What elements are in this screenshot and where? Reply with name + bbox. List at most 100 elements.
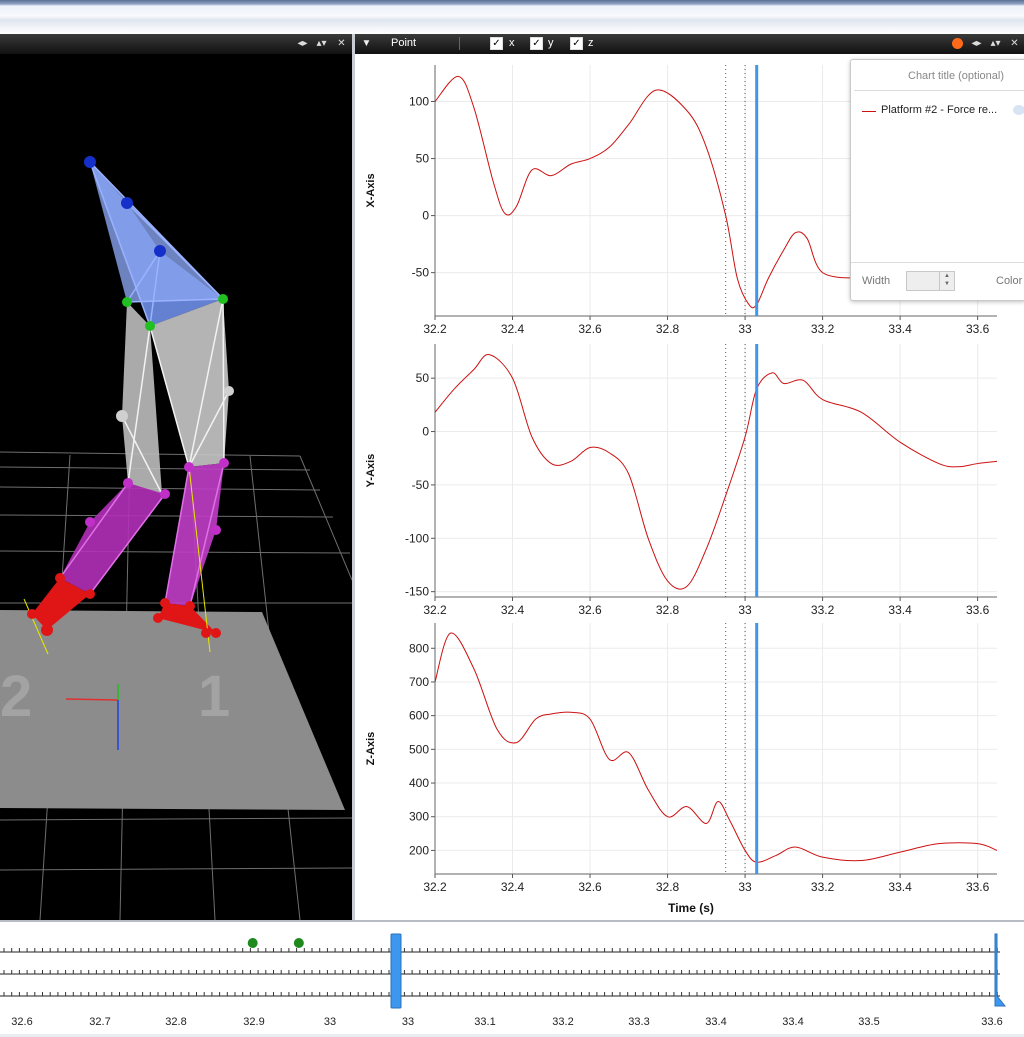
timeline-label: 32.6 xyxy=(11,1016,32,1028)
chart-settings-icon[interactable] xyxy=(952,38,963,49)
x-tick-label: 33.6 xyxy=(966,880,990,894)
x-tick-label: 32.4 xyxy=(501,603,525,617)
close-panel-icon[interactable]: ✕ xyxy=(335,38,348,50)
close-chart-icon[interactable]: ✕ xyxy=(1008,38,1021,50)
3d-view-header: ◂▸ ▴▾ ✕ xyxy=(0,34,352,54)
visibility-eye-icon[interactable] xyxy=(1013,105,1024,115)
checkbox-z[interactable]: ✓ xyxy=(570,37,583,50)
popover-divider-bottom xyxy=(851,262,1024,263)
timeline-label: 33.4 xyxy=(705,1016,726,1028)
y-tick-label: 0 xyxy=(422,209,429,223)
x-tick-label: 33.2 xyxy=(811,322,835,336)
x-tick-label: 33.6 xyxy=(966,603,990,617)
timeline-panel[interactable]: 32.6 32.7 32.8 32.9 33 33 33.1 33.2 33.3 33.4 33.4… xyxy=(0,920,1024,1034)
spinbox-arrows-icon[interactable]: ▲ ▼ xyxy=(939,272,954,290)
timeline-event-marker xyxy=(293,938,304,948)
plate-label-1: 1 xyxy=(198,664,230,729)
x-tick-label: 33.2 xyxy=(811,880,835,894)
chart-menu-dropdown-icon[interactable]: ▼ xyxy=(360,38,373,50)
maximize-panel-icon[interactable]: ▴▾ xyxy=(315,38,328,50)
x-tick-label: 32.6 xyxy=(578,603,602,617)
timeline-event-marker xyxy=(247,938,258,948)
x-tick-label: 33.4 xyxy=(888,322,912,336)
y-tick-label: -100 xyxy=(405,531,429,545)
y-tick-label: 50 xyxy=(416,371,430,385)
y-tick-label: 700 xyxy=(409,675,429,689)
x-tick-label: 32.4 xyxy=(501,322,525,336)
pelvis-segment xyxy=(89,161,224,327)
x-tick-label: 32.2 xyxy=(423,880,447,894)
y-tick-label: 600 xyxy=(409,709,429,723)
x-tick-label: 33 xyxy=(738,603,752,617)
timeline-label: 33.5 xyxy=(858,1016,879,1028)
force-plate xyxy=(0,610,345,810)
timeline-label: 32.9 xyxy=(243,1016,264,1028)
checkbox-y-label: y xyxy=(548,37,554,49)
3d-scene[interactable]: 2 1 xyxy=(0,54,352,920)
y-tick-label: 200 xyxy=(409,843,429,857)
timeline-playhead xyxy=(390,933,402,1009)
x-tick-label: 33 xyxy=(738,880,752,894)
timeline-label: 32.8 xyxy=(165,1016,186,1028)
x-tick-label: 32.6 xyxy=(578,880,602,894)
x-tick-label: 32.2 xyxy=(423,322,447,336)
force-series-line xyxy=(435,632,997,863)
x-tick-label: 33.6 xyxy=(966,322,990,336)
y-axis-title: Z-Axis xyxy=(365,732,377,766)
plate-label-2: 2 xyxy=(0,664,32,729)
chart-2: 32.2 32.4 32.6 32.8 33 33.2 33.4 33.6 50 0 -50 -100… xyxy=(365,344,997,617)
checkbox-x[interactable]: ✓ xyxy=(490,37,503,50)
plot-mode-label[interactable]: Point xyxy=(391,37,416,49)
timeline-label: 33 xyxy=(402,1016,414,1028)
y-tick-label: 50 xyxy=(416,152,430,166)
x-axis-title: Time (s) xyxy=(668,901,714,915)
chart-toolbar: ▼ Point ✓ x ✓ y ✓ z ◂▸ ▴▾ ✕ xyxy=(355,34,1024,54)
3d-viewport[interactable]: 2 1 xyxy=(0,54,352,920)
application-title-bar xyxy=(0,0,1024,34)
timeline-label: 33.1 xyxy=(474,1016,495,1028)
timeline-scrubber[interactable]: 32.6 32.7 32.8 32.9 33 33 33.1 33.2 33.3 33.4 33.4… xyxy=(0,922,1024,1032)
y-tick-label: 800 xyxy=(409,641,429,655)
x-tick-label: 32.8 xyxy=(656,603,680,617)
x-tick-label: 32.6 xyxy=(578,322,602,336)
chart-3: 32.2 32.4 32.6 32.8 33 33.2 33.4 33.6 800 700 600 5… xyxy=(365,623,997,915)
force-series-line xyxy=(435,75,862,309)
x-tick-label: 32.2 xyxy=(423,603,447,617)
x-tick-label: 33.4 xyxy=(888,603,912,617)
checkbox-z-label: z xyxy=(588,37,594,49)
y-tick-label: 400 xyxy=(409,776,429,790)
y-tick-label: 300 xyxy=(409,810,429,824)
float-panel-icon[interactable]: ◂▸ xyxy=(296,38,309,50)
checkbox-y[interactable]: ✓ xyxy=(530,37,543,50)
x-tick-label: 33.2 xyxy=(811,603,835,617)
x-tick-label: 32.8 xyxy=(656,880,680,894)
force-series-line xyxy=(435,354,997,590)
float-chart-icon[interactable]: ◂▸ xyxy=(970,38,983,50)
series-color-swatch xyxy=(862,111,876,112)
timeline-label: 33 xyxy=(324,1016,336,1028)
checkbox-x-label: x xyxy=(509,37,515,49)
x-tick-label: 33.4 xyxy=(888,880,912,894)
width-spinbox[interactable]: ▲ ▼ xyxy=(906,271,955,291)
x-tick-label: 32.4 xyxy=(501,880,525,894)
timeline-label: 33.3 xyxy=(628,1016,649,1028)
series-legend-label[interactable]: Platform #2 - Force re... xyxy=(881,104,997,116)
x-tick-label: 33 xyxy=(738,322,752,336)
y-axis-title: Y-Axis xyxy=(365,454,377,488)
timeline-label: 33.4 xyxy=(782,1016,803,1028)
timeline-end-handle xyxy=(994,933,1007,1007)
y-tick-label: -150 xyxy=(405,585,429,599)
color-label: Color xyxy=(996,275,1023,287)
chart-title-input[interactable]: Chart title (optional) xyxy=(908,70,1004,82)
y-tick-label: -50 xyxy=(412,266,430,280)
timeline-label: 32.7 xyxy=(89,1016,110,1028)
y-tick-label: 0 xyxy=(422,425,429,439)
popover-divider xyxy=(854,90,1024,91)
maximize-chart-icon[interactable]: ▴▾ xyxy=(989,38,1002,50)
y-tick-label: -50 xyxy=(412,478,430,492)
x-tick-label: 32.8 xyxy=(656,322,680,336)
width-label: Width xyxy=(862,275,891,287)
timeline-label: 33.2 xyxy=(552,1016,573,1028)
chart-settings-popover: Chart title (optional) Platform #2 - For… xyxy=(850,59,1024,301)
timeline-label: 33.6 xyxy=(981,1016,1002,1028)
